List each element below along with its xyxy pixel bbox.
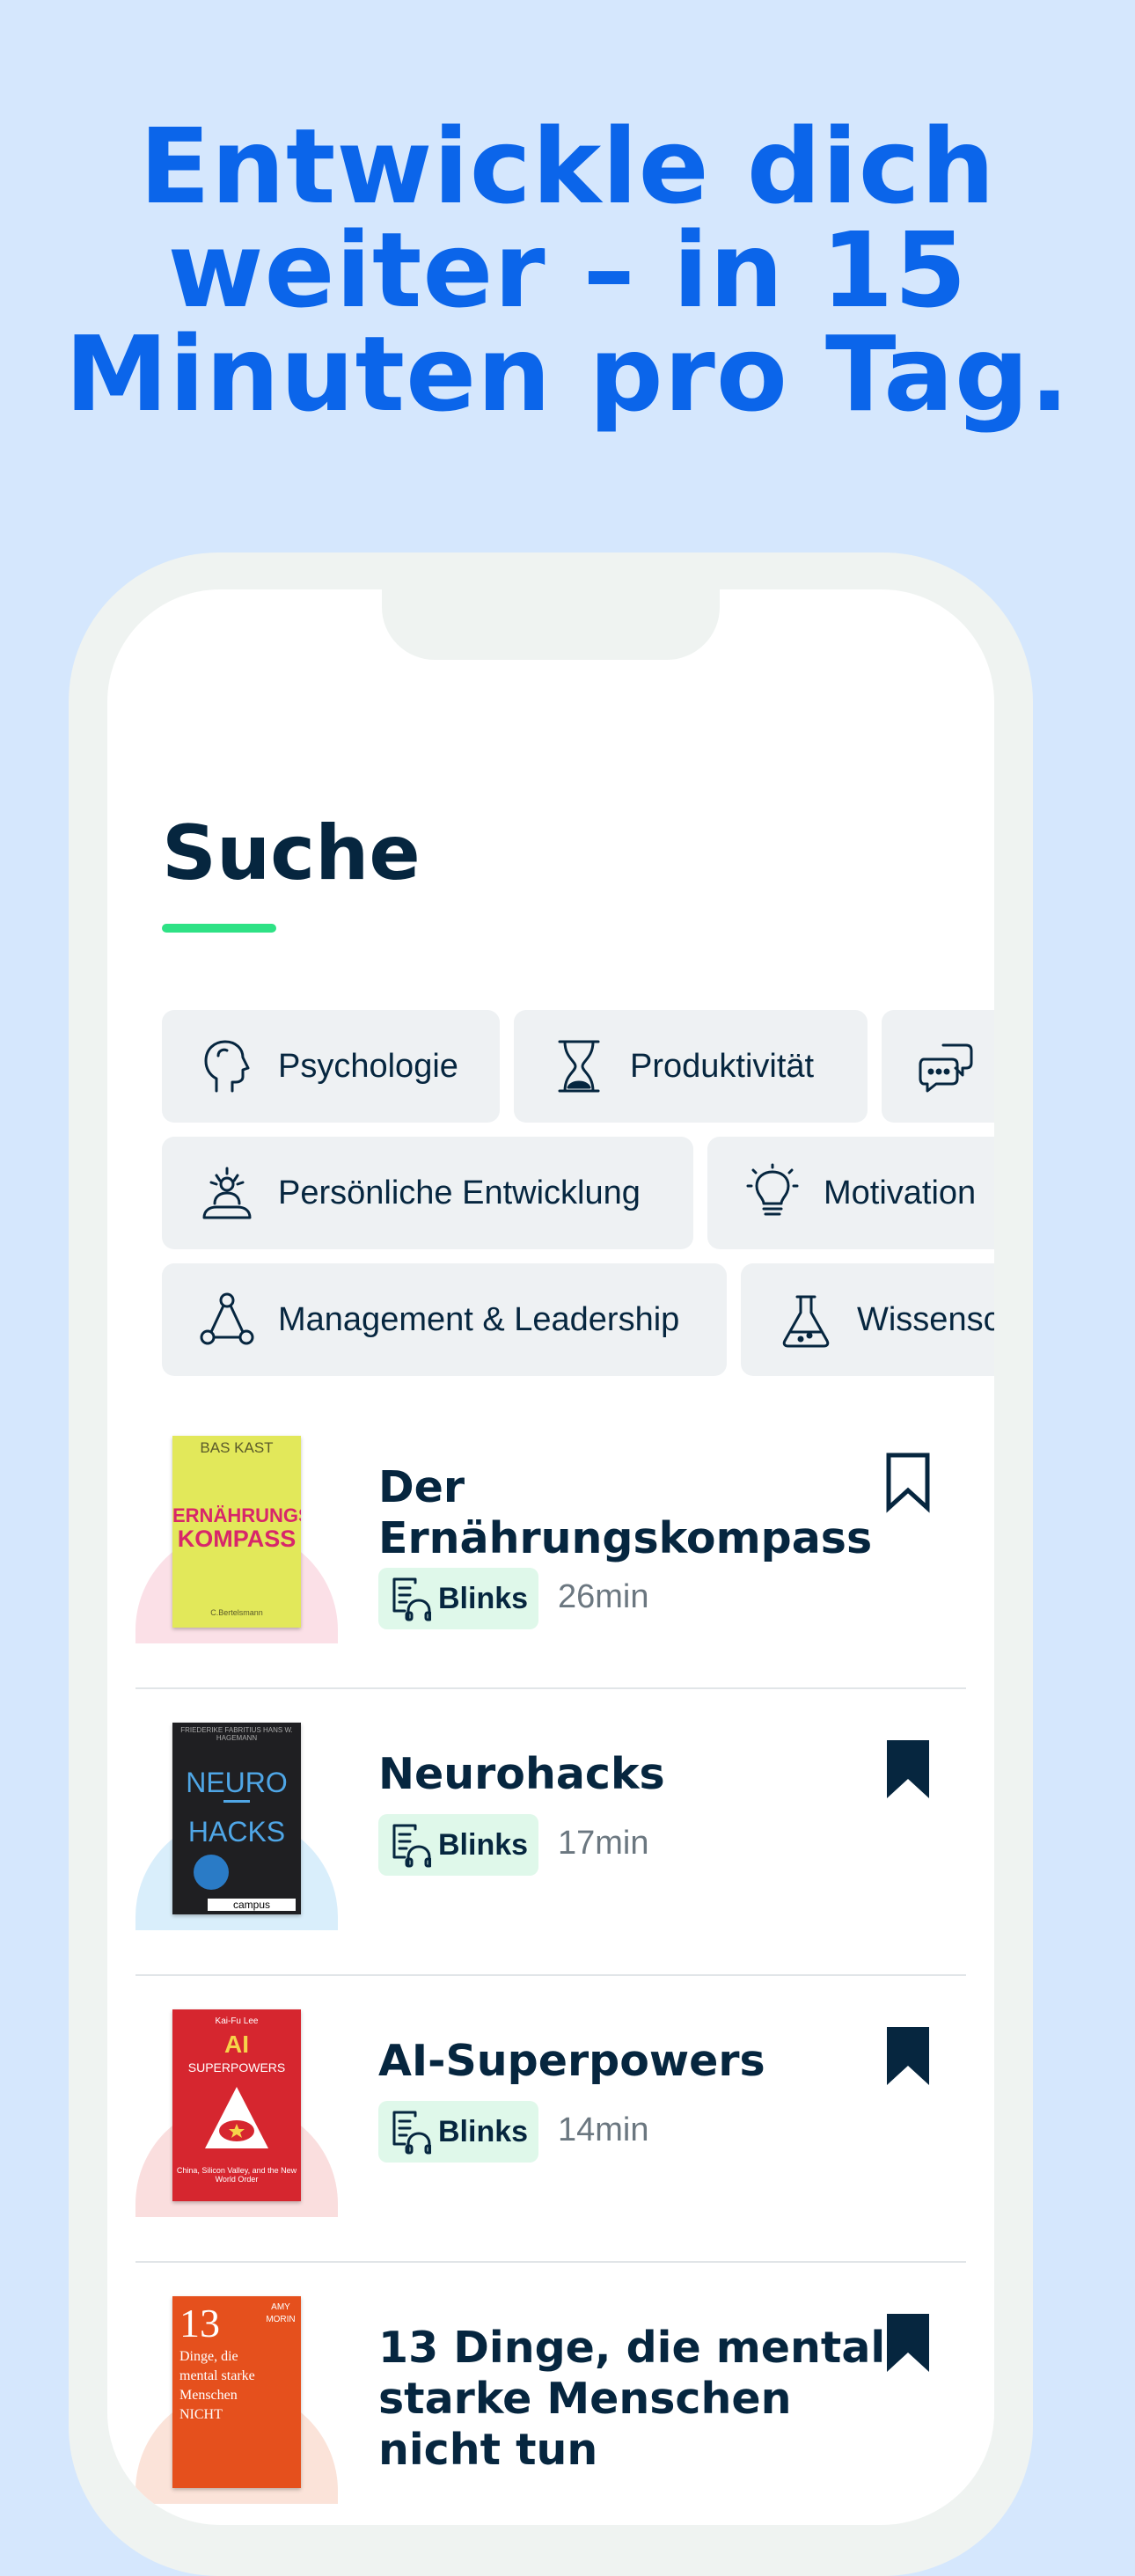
blinks-badge: Blinks	[378, 1814, 538, 1876]
category-communication[interactable]	[882, 1010, 994, 1123]
badge-label: Blinks	[438, 2114, 529, 2148]
blinks-headphones-icon	[392, 1577, 431, 1621]
book-item-neurohacks[interactable]: FRIEDERIKE FABRITIUS HANS W. HAGEMANN NE…	[135, 1723, 966, 1987]
head-profile-icon	[204, 1040, 250, 1093]
book-duration: 14min	[558, 2111, 649, 2148]
badge-label: Blinks	[438, 1581, 529, 1615]
flask-icon	[782, 1295, 830, 1348]
category-wissenschaft[interactable]: Wissensc	[741, 1263, 994, 1376]
bookmark-outline-icon[interactable]	[885, 1452, 931, 1513]
book-cover: AMY MORIN 13 Dinge, die mental starke Me…	[172, 2296, 301, 2488]
list-divider	[135, 1974, 966, 1976]
book-cover: BAS KAST ERNÄHRUNGS KOMPASS C.Bertelsman…	[172, 1436, 301, 1628]
blinks-badge: Blinks	[378, 2101, 538, 2163]
badge-label: Blinks	[438, 1827, 529, 1862]
headline-line-1: Entwickle dich	[139, 106, 996, 227]
category-label: Psychologie	[278, 1047, 458, 1085]
book-duration: 26min	[558, 1578, 649, 1615]
meditation-person-icon	[202, 1167, 252, 1219]
blinks-headphones-icon	[392, 2111, 431, 2155]
phone-notch	[382, 589, 720, 660]
category-label: Motivation	[824, 1174, 977, 1211]
category-label: Produktivität	[630, 1047, 815, 1085]
category-label: Management & Leadership	[278, 1300, 680, 1338]
headline-line-3: Minuten pro Tag.	[64, 313, 1071, 435]
book-title: AI-Superpowers	[378, 2036, 765, 2086]
title-underline	[162, 924, 276, 933]
category-produktivitaet[interactable]: Produktivität	[514, 1010, 868, 1123]
book-title: Der Ernährungskompass	[378, 1462, 873, 1563]
book-duration: 17min	[558, 1825, 649, 1862]
hourglass-icon	[558, 1040, 600, 1093]
network-nodes-icon	[200, 1292, 254, 1345]
book-item-ernaehrungskompass[interactable]: BAS KAST ERNÄHRUNGS KOMPASS C.Bertelsman…	[135, 1436, 966, 1700]
lightbulb-icon	[746, 1163, 799, 1216]
category-persoenliche-entwicklung[interactable]: Persönliche Entwicklung	[162, 1137, 693, 1249]
headline-line-2: weiter – in 15	[167, 209, 968, 331]
category-motivation[interactable]: Motivation	[707, 1137, 994, 1249]
headline: Entwickle dich weiter – in 15 Minuten pr…	[0, 114, 1135, 426]
bookmark-filled-icon[interactable]	[885, 1738, 931, 1800]
book-cover: FRIEDERIKE FABRITIUS HANS W. HAGEMANN NE…	[172, 1723, 301, 1914]
book-item-13-dinge[interactable]: AMY MORIN 13 Dinge, die mental starke Me…	[135, 2296, 966, 2525]
category-management-leadership[interactable]: Management & Leadership	[162, 1263, 727, 1376]
book-cover: Kai-Fu Lee AI SUPERPOWERS China, Silicon…	[172, 2009, 301, 2201]
bookmark-filled-icon[interactable]	[885, 2025, 931, 2087]
book-item-ai-superpowers[interactable]: Kai-Fu Lee AI SUPERPOWERS China, Silicon…	[135, 2009, 966, 2273]
list-divider	[135, 2261, 966, 2263]
blinks-badge: Blinks	[378, 1568, 538, 1629]
page-title: Suche	[162, 809, 421, 897]
book-title: 13 Dinge, die mental starke Menschen nic…	[378, 2323, 886, 2475]
list-divider	[135, 1687, 966, 1689]
speech-bubbles-icon	[919, 1043, 973, 1093]
category-label: Persönliche Entwicklung	[278, 1174, 641, 1211]
category-psychologie[interactable]: Psychologie	[162, 1010, 500, 1123]
phone-screen: Suche Psychologie Produktivität Persönli…	[107, 589, 994, 2525]
book-title: Neurohacks	[378, 1749, 665, 1799]
bookmark-filled-icon[interactable]	[885, 2312, 931, 2374]
category-label: Wissensc	[857, 1300, 994, 1338]
blinks-headphones-icon	[392, 1824, 431, 1868]
